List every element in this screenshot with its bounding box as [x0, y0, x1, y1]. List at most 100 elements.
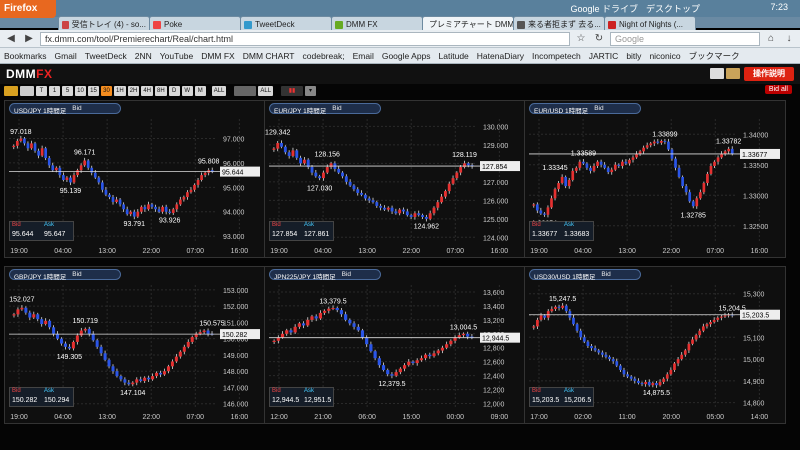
print-icon[interactable] — [710, 68, 724, 79]
timeframe-button[interactable]: 15 — [88, 86, 99, 96]
x-tick-label: 16:00 — [231, 414, 249, 421]
candle — [553, 187, 557, 201]
candle — [71, 340, 75, 351]
candle-body — [665, 374, 669, 379]
folder-icon[interactable] — [4, 86, 18, 96]
candle — [111, 195, 115, 205]
timeframe-button[interactable]: 5 — [62, 86, 73, 96]
all-charts-button[interactable]: ALL — [258, 86, 274, 96]
line-chart-icon[interactable] — [234, 86, 257, 96]
all-timeframes-button[interactable]: ALL — [211, 86, 227, 96]
timeframe-button[interactable]: W — [181, 86, 193, 96]
chart-panel[interactable]: GBP/JPY 1時間足 Bid 146.000 147.000 148.000 149.… — [4, 266, 266, 424]
candle-body — [310, 167, 314, 173]
bookmark-item[interactable]: DMM CHART — [243, 51, 295, 61]
candle-body — [698, 330, 702, 336]
timeframe-button[interactable]: 8H — [155, 86, 167, 96]
bookmark-item[interactable]: codebreak; — [303, 51, 345, 61]
chart-panel[interactable]: EUR/JPY 1時間足 Bid 124.000 125.000 126.000 127.… — [264, 100, 526, 258]
candle-body — [727, 148, 731, 152]
bookmark-item[interactable]: DMM FX — [201, 51, 235, 61]
candle — [567, 177, 571, 189]
forward-icon[interactable]: ▶ — [22, 33, 36, 44]
candle — [613, 162, 617, 172]
candle — [87, 326, 91, 337]
timeframe-button[interactable]: 2H — [127, 86, 140, 96]
candle-body — [701, 326, 705, 331]
candle — [676, 357, 680, 367]
candle — [37, 148, 40, 159]
timeframe-button[interactable]: 30 — [101, 86, 112, 96]
reload-icon[interactable]: ↻ — [592, 33, 606, 44]
firefox-menu-button[interactable]: Firefox — [0, 0, 56, 18]
download-icon[interactable]: ↓ — [782, 33, 796, 44]
candle — [705, 322, 709, 329]
candle — [463, 160, 466, 169]
bookmark-item[interactable]: TweetDeck — [85, 51, 127, 61]
candle-body — [554, 306, 557, 309]
bookmark-item[interactable]: ブックマーク — [689, 50, 740, 62]
y-tick-label: 125.000 — [483, 217, 508, 224]
candle — [599, 159, 603, 168]
candle-body — [200, 175, 203, 180]
chart-panel[interactable]: JPN225/JPY 1時間足 Bid 12,000 12,200 12,400 12,6… — [264, 266, 526, 424]
candle-body — [93, 172, 97, 178]
candle-body — [561, 305, 565, 308]
back-icon[interactable]: ◀ — [4, 33, 18, 44]
desktop-link[interactable]: デスクトップ — [646, 2, 700, 15]
help-button[interactable]: 操作説明 — [744, 67, 794, 81]
bookmark-star-icon[interactable]: ☆ — [574, 33, 588, 44]
search-input[interactable]: Google — [610, 31, 760, 46]
bid-all-toggle[interactable]: Bid all — [764, 85, 792, 94]
panel-symbol: JPN225/JPY 1時間足 — [274, 274, 336, 281]
candle — [656, 138, 660, 145]
candle-type-icon[interactable]: ▮▮ — [281, 86, 304, 96]
candle — [377, 356, 381, 368]
bookmark-item[interactable]: Google Apps — [382, 51, 431, 61]
timeframe-button[interactable]: 10 — [75, 86, 86, 96]
timeframe-button[interactable]: 4H — [141, 86, 154, 96]
save-icon[interactable] — [726, 68, 740, 79]
candle-body — [69, 177, 72, 183]
candle — [86, 159, 90, 170]
bookmark-item[interactable]: Email — [353, 51, 374, 61]
chart-panel[interactable]: USD30/USD 1時間足 Bid 14,800 14,900 15,000 15,10… — [524, 266, 786, 424]
bookmark-item[interactable]: Incompetech — [532, 51, 581, 61]
bookmark-item[interactable]: YouTube — [160, 51, 193, 61]
bookmark-item[interactable]: Bookmarks — [4, 51, 47, 61]
bookmark-item[interactable]: Gmail — [55, 51, 77, 61]
bookmark-item[interactable]: 2NN — [135, 51, 152, 61]
x-tick-label: 13:00 — [618, 248, 636, 255]
candle — [178, 196, 182, 206]
bookmark-item[interactable]: HatenaDiary — [477, 51, 524, 61]
chart-panel[interactable]: EUR/USD 1時間足 Bid 1.32500 1.33000 1.33500 1.34… — [524, 100, 786, 258]
candle — [436, 349, 440, 356]
candle — [32, 311, 36, 319]
x-tick-label: 02:00 — [574, 414, 592, 421]
candle — [373, 349, 377, 361]
chart-icon[interactable] — [20, 86, 34, 96]
bookmark-item[interactable]: Latitude — [439, 51, 469, 61]
candle — [590, 343, 593, 351]
candle-body — [709, 322, 712, 325]
timeframe-button[interactable]: 1 — [49, 86, 60, 96]
google-drive-link[interactable]: Google ドライブ — [570, 2, 638, 15]
candle-body — [32, 314, 36, 318]
bookmark-item[interactable]: bitly — [626, 51, 641, 61]
timeframe-button[interactable]: T — [36, 86, 47, 96]
timeframe-button[interactable]: M — [194, 86, 206, 96]
tab-label: Night of Nights (... — [619, 20, 684, 29]
bookmark-item[interactable]: niconico — [649, 51, 680, 61]
timeframe-button[interactable]: 1H — [114, 86, 126, 96]
panel-side: Bid — [341, 271, 352, 278]
bookmark-item[interactable]: JARTIC — [589, 51, 619, 61]
chart-panel[interactable]: USD/JPY 1時間足 Bid 93.000 94.000 95.000 96.000 9… — [4, 100, 266, 258]
home-icon[interactable]: ⌂ — [764, 33, 778, 44]
candle-body — [115, 371, 119, 377]
candle — [135, 377, 139, 386]
candle — [62, 172, 65, 182]
timeframe-button[interactable]: D — [168, 86, 180, 96]
url-bar[interactable]: fx.dmm.com/tool/Premierechart/Real/chart… — [40, 31, 570, 46]
dropdown-icon[interactable]: ▾ — [305, 86, 317, 96]
candle-body — [619, 365, 622, 370]
